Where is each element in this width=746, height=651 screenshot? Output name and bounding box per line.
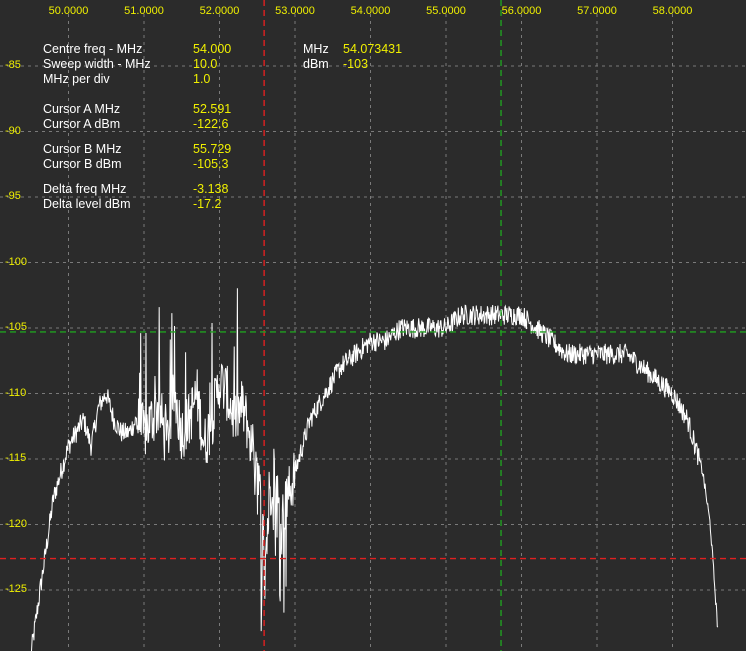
- level-tick-label: -95: [5, 190, 21, 202]
- cursor-b-dbm-label: Cursor B dBm: [43, 157, 122, 171]
- mhz-per-div-value: 1.0: [193, 72, 211, 86]
- sweep-width-label: Sweep width - MHz: [43, 57, 151, 71]
- cursor-b-mhz-label: Cursor B MHz: [43, 142, 122, 156]
- mhz-per-div-label: MHz per div: [43, 72, 110, 86]
- marker-freq-label: MHz: [303, 42, 329, 56]
- level-tick-label: -90: [5, 124, 21, 137]
- freq-tick-label: 55.0000: [426, 5, 466, 17]
- freq-tick-label: 51.0000: [124, 5, 164, 17]
- spectrum-plot[interactable]: [0, 0, 746, 651]
- freq-tick-label: 54.0000: [350, 5, 391, 17]
- level-tick-label: -120: [5, 517, 28, 530]
- marker-freq-value: 54.073431: [343, 42, 403, 56]
- freq-tick-label: 56.0000: [501, 5, 542, 17]
- trace-layer: [31, 288, 719, 651]
- marker-level-label: dBm: [303, 57, 329, 71]
- freq-tick-label: 50.0000: [48, 5, 89, 17]
- delta-freq-label: Delta freq MHz: [43, 182, 127, 196]
- spectrum-display[interactable]: 50.0000 51.0000 52.0000 53.0000 54.0000 55.00…: [0, 0, 746, 651]
- level-tick-label: -100: [5, 255, 28, 268]
- delta-level-value: -17.2: [193, 197, 222, 211]
- marker-level-value: -103: [343, 57, 369, 71]
- level-tick-label: -85: [5, 59, 21, 71]
- cursor-a-dbm-label: Cursor A dBm: [43, 117, 121, 131]
- freq-tick-label: 57.0000: [577, 5, 617, 17]
- freq-tick-label: 58.0000: [652, 5, 693, 17]
- cursor-a-mhz-label: Cursor A MHz: [43, 102, 121, 116]
- level-tick-label: -125: [5, 583, 28, 595]
- freq-tick-label: 52.0000: [199, 5, 240, 17]
- centre-freq-label: Centre freq - MHz: [43, 42, 143, 56]
- delta-level-label: Delta level dBm: [43, 197, 131, 211]
- cursor-b-dbm-value: -105.3: [193, 157, 229, 171]
- spectrum-trace: [31, 288, 719, 651]
- cursor-a-mhz-value: 52.591: [193, 102, 232, 116]
- cursor-a-dbm-value: -122.6: [193, 117, 229, 131]
- sweep-width-value: 10.0: [193, 57, 218, 71]
- freq-tick-label: 53.0000: [275, 5, 315, 17]
- cursor-layer[interactable]: [0, 0, 746, 651]
- level-tick-label: -105: [5, 321, 28, 333]
- centre-freq-value: 54.000: [193, 42, 232, 56]
- level-tick-label: -115: [5, 452, 27, 464]
- level-tick-label: -110: [5, 386, 27, 399]
- cursor-b-mhz-value: 55.729: [193, 142, 232, 156]
- delta-freq-value: -3.138: [193, 182, 229, 196]
